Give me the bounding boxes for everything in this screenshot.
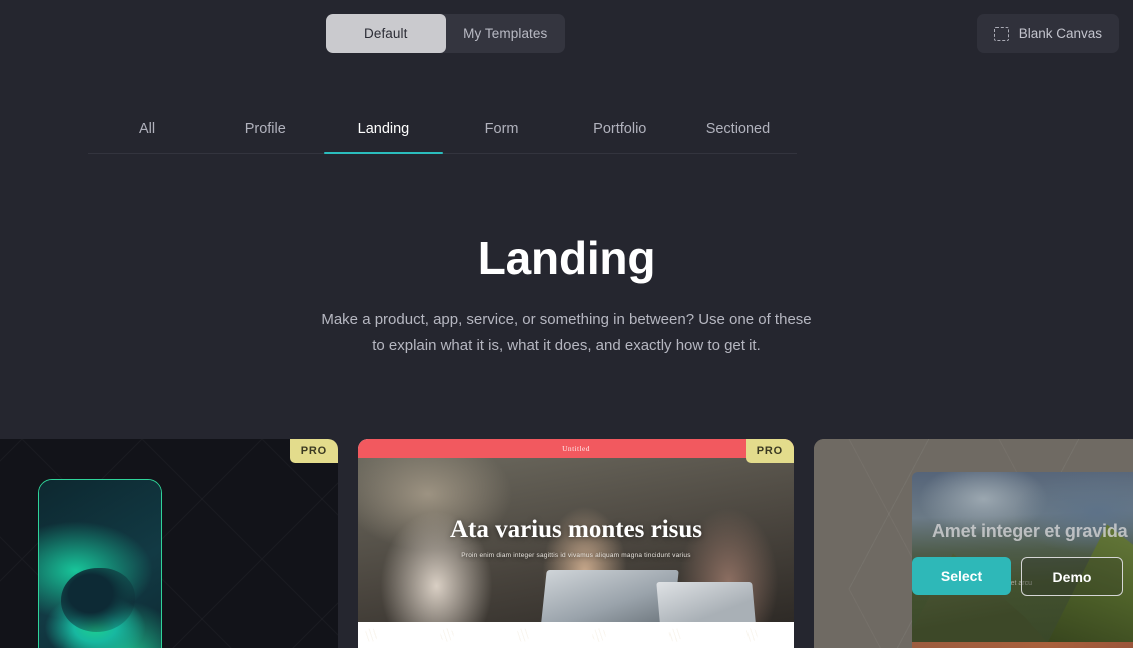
- tab-sectioned[interactable]: Sectioned: [679, 104, 797, 153]
- segment-my-templates-label: My Templates: [463, 26, 548, 41]
- pro-badge: PRO: [289, 439, 338, 463]
- demo-button[interactable]: Demo: [1021, 557, 1123, 596]
- tab-profile[interactable]: Profile: [206, 104, 324, 153]
- tab-form-label: Form: [484, 120, 519, 137]
- card-hero-photo: Ata varius montes risus Proin enim diam …: [358, 458, 794, 622]
- page-title: Landing: [477, 232, 656, 284]
- tab-list: All Profile Landing Form Portfolio Secti…: [88, 104, 797, 154]
- blank-canvas-button[interactable]: Blank Canvas: [976, 14, 1119, 53]
- abstract-wave-graphic: [39, 480, 161, 648]
- phone-frame: [38, 479, 162, 648]
- select-button[interactable]: Select: [912, 557, 1011, 595]
- card-headline: Ata varius montes risus: [449, 516, 703, 543]
- decorative-pattern: [358, 622, 794, 648]
- template-card-article[interactable]: PRO Untitled Ata varius montes risus Pro…: [358, 439, 794, 648]
- tab-portfolio[interactable]: Portfolio: [561, 104, 679, 153]
- tab-all[interactable]: All: [88, 104, 206, 153]
- top-bar: Default My Templates Blank Canvas: [0, 0, 1133, 67]
- card-white-section: Nisl massa aliquam: [358, 622, 794, 648]
- pro-badge: PRO: [745, 439, 794, 463]
- card-headline: Amet integer et gravida: [932, 521, 1128, 541]
- card-topbar-title: Untitled: [358, 439, 794, 458]
- hero-section: Landing Make a product, app, service, or…: [0, 232, 1133, 359]
- tab-profile-label: Profile: [244, 120, 286, 137]
- template-grid: PRO PRO Untitled Ata varius montes risus…: [0, 439, 1133, 648]
- tab-landing-label: Landing: [357, 120, 410, 137]
- template-card-mountain[interactable]: Amet integer et gravida Lorem ipsum dolo…: [814, 439, 1133, 648]
- segment-default-label: Default: [364, 26, 408, 41]
- tab-all-label: All: [139, 120, 156, 137]
- category-tabs: All Profile Landing Form Portfolio Secti…: [88, 104, 797, 154]
- card-footer-bar: Dis facilisis curae cubilia dignissim? G…: [912, 642, 1133, 648]
- blank-canvas-label: Blank Canvas: [1018, 26, 1102, 41]
- tab-form[interactable]: Form: [443, 104, 561, 153]
- card-hover-actions: Select Demo: [912, 557, 1123, 596]
- tab-sectioned-label: Sectioned: [705, 120, 771, 137]
- template-card-phone-mockup[interactable]: PRO: [0, 439, 338, 648]
- card-subheadline: Proin enim diam integer sagittis id viva…: [461, 552, 691, 559]
- demo-button-label: Demo: [1052, 568, 1092, 585]
- page-description: Make a product, app, service, or somethi…: [321, 310, 812, 354]
- tab-landing[interactable]: Landing: [324, 104, 443, 154]
- template-source-segmented-control[interactable]: Default My Templates: [326, 14, 565, 53]
- tab-portfolio-label: Portfolio: [593, 120, 647, 137]
- dashed-square-icon: [993, 26, 1009, 41]
- select-button-label: Select: [940, 568, 983, 584]
- segment-my-templates[interactable]: My Templates: [446, 14, 566, 53]
- segment-default[interactable]: Default: [326, 14, 446, 53]
